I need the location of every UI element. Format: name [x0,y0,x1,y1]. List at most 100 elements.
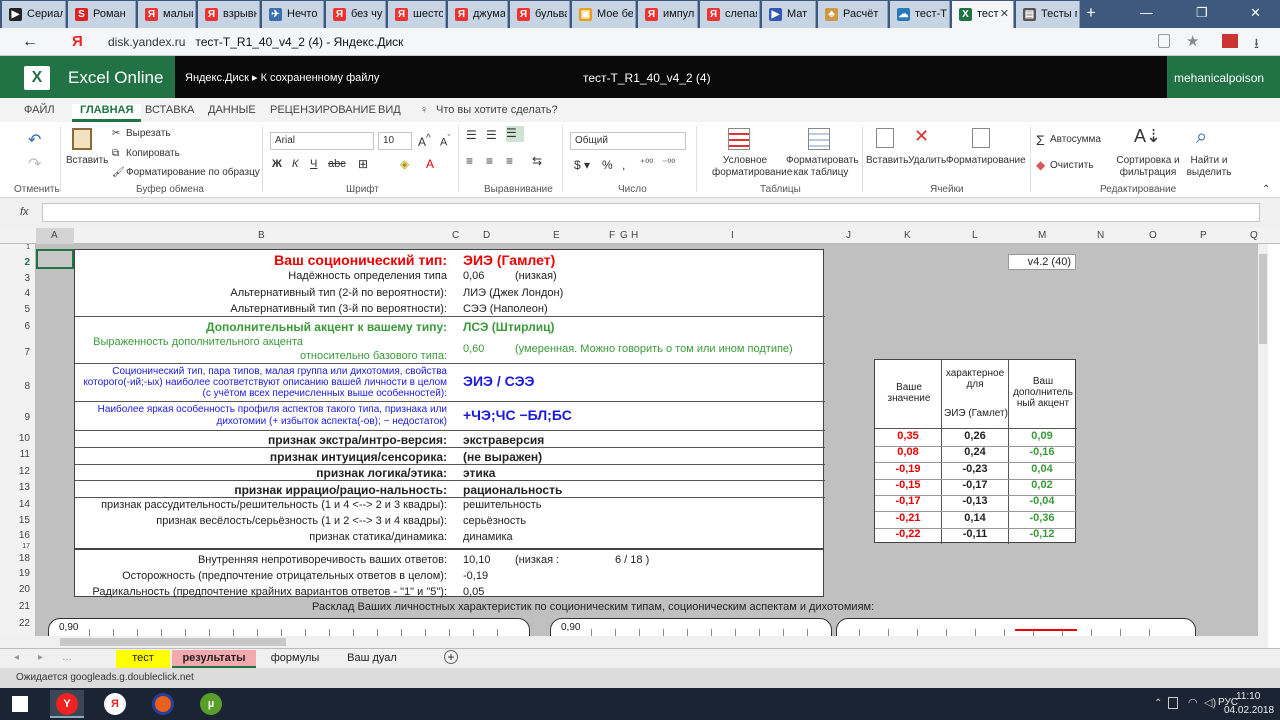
browser-tab[interactable]: Xтест-✕ [952,1,1014,28]
row-header[interactable]: 19 [0,568,30,579]
currency-icon[interactable]: $ ▾ [574,158,590,172]
download-icon[interactable]: ⭳ [1254,33,1259,57]
vertical-scrollbar[interactable] [1258,244,1268,648]
selected-cell-a2[interactable] [36,249,74,269]
network-icon[interactable]: ◠ [1188,696,1198,709]
tab-data[interactable]: ДАННЫЕ [208,104,256,116]
font-name-select[interactable]: Arial [270,132,374,150]
row-header[interactable]: 9 [0,412,30,423]
row-header[interactable]: 2 [0,257,30,268]
file-name[interactable]: тест-Т_R1_40_v4_2 (4) [583,71,711,85]
fill-color-icon[interactable]: ◈ [400,157,409,171]
tab-file[interactable]: ФАЙЛ [24,104,55,116]
col-header[interactable]: H [631,230,638,241]
undo-icon[interactable]: ↶ [28,130,41,150]
sort-filter-icon[interactable]: A⇣ [1134,126,1161,147]
browser-tab[interactable]: Яджуман [448,1,508,28]
format-as-table-icon[interactable] [808,128,830,150]
tab-review[interactable]: РЕЦЕНЗИРОВАНИЕ [270,104,376,116]
conditional-format-icon[interactable] [728,128,750,150]
next-sheet-icon[interactable]: ▸ [38,652,43,663]
row-header[interactable]: 15 [0,515,30,526]
col-header[interactable]: E [553,230,560,241]
browser-tab[interactable]: Ямалыш [138,1,196,28]
utorrent-icon[interactable]: µ [200,693,222,715]
conditional-format-button[interactable]: Условное форматирование [712,155,792,179]
align-top-icon[interactable]: ☰ [466,128,477,142]
browser-tab[interactable]: Ябульвар [510,1,570,28]
borders-icon[interactable]: ⊞ [358,157,368,171]
clock-date[interactable]: 04.02.2018 [1224,705,1274,716]
font-size-select[interactable]: 10 [378,132,412,150]
paste-icon[interactable] [72,128,92,150]
cut-button[interactable]: Вырезать [126,128,170,139]
row-header[interactable]: 3 [0,273,30,284]
find-icon[interactable]: ⌕ [1196,126,1207,149]
sheet-tab-formulas[interactable]: формулы [262,650,328,668]
format-painter-button[interactable]: Форматирование по образцу [126,167,260,178]
close-window-icon[interactable]: ✕ [1250,5,1261,21]
tab-home[interactable]: ГЛАВНАЯ [72,104,142,122]
increase-decimal-icon[interactable]: ⁺⁰⁰ [640,158,653,169]
row-header[interactable]: 21 [0,601,30,612]
paste-button[interactable]: Вставить [66,155,108,166]
browser-tab[interactable]: ▶ Мат [762,1,816,28]
browser-tab[interactable]: ♣ Расчёт [818,1,888,28]
col-header[interactable]: K [904,230,911,241]
insert-cells-icon[interactable] [876,128,894,148]
collapse-ribbon-icon[interactable]: ⌃ [1262,184,1270,195]
more-sheets-icon[interactable]: … [62,652,72,663]
clock-time[interactable]: 11:10 [1236,691,1260,702]
volume-icon[interactable]: ◁) [1204,696,1216,709]
tab-insert[interactable]: ВСТАВКА [145,104,194,116]
row-header[interactable]: 13 [0,482,30,493]
underline-icon[interactable]: Ч [310,158,317,170]
browser-tab[interactable]: S Роман [68,1,136,28]
font-shrink-icon[interactable]: Aˇ [440,133,450,149]
percent-icon[interactable]: % [602,158,613,172]
lock-icon[interactable] [1158,34,1170,48]
browser-tab[interactable]: ▤ Тесты п [1016,1,1080,28]
close-tab-icon[interactable]: ✕ [1000,7,1009,20]
align-center-icon[interactable]: ≡ [486,154,493,168]
browser-tab[interactable]: Ябез чув [326,1,386,28]
italic-icon[interactable]: К [292,158,298,170]
sheet-tab-dual[interactable]: Ваш дуал [334,650,410,668]
row-header[interactable]: 10 [0,433,30,444]
col-header[interactable]: B [258,230,265,241]
col-header[interactable]: M [1038,230,1046,241]
horizontal-scrollbar[interactable] [0,636,1268,648]
col-header[interactable]: J [846,230,851,241]
bookmark-star-icon[interactable]: ★ [1186,32,1199,50]
sort-filter-button[interactable]: Сортировка и фильтрация [1116,155,1180,179]
url-field[interactable]: disk.yandex.ru тест-Т_R1_40_v4_2 (4) - Я… [108,35,403,49]
insert-cells-button[interactable]: Вставить [866,155,908,166]
font-color-icon[interactable]: A [426,157,434,171]
col-header[interactable]: N [1097,230,1104,241]
row-header[interactable]: 4 [0,288,30,299]
row-header[interactable]: 18 [0,553,30,564]
yandex-icon[interactable]: Я [104,693,126,715]
align-right-icon[interactable]: ≡ [506,154,513,168]
col-header[interactable]: G [620,230,628,241]
formula-input[interactable] [42,203,1260,222]
row-header[interactable]: 6 [0,321,30,332]
row-header[interactable]: 11 [0,449,30,460]
col-header[interactable]: P [1200,230,1207,241]
row-header[interactable]: 5 [0,304,30,315]
sheet-tab-results[interactable]: результаты [172,650,256,668]
row-header[interactable]: 16 [0,530,30,541]
breadcrumb[interactable]: Яндекс.Диск ▸ К сохраненному файлу [185,71,379,84]
col-header[interactable]: Q [1250,230,1258,241]
firefox-icon[interactable] [152,693,174,715]
back-icon[interactable]: ← [22,33,38,51]
tab-view[interactable]: ВИД [378,104,401,116]
browser-tab[interactable]: Яимпуль [638,1,698,28]
format-cells-button[interactable]: Форматирование [946,155,1026,166]
yandex-browser-icon[interactable]: Y [56,693,78,715]
row-header[interactable]: 12 [0,466,30,477]
battery-icon[interactable] [1168,697,1178,709]
clear-button[interactable]: Очистить [1050,160,1094,171]
browser-tab[interactable]: ☁ тест-Т_Р [890,1,950,28]
col-header[interactable]: L [972,230,978,241]
